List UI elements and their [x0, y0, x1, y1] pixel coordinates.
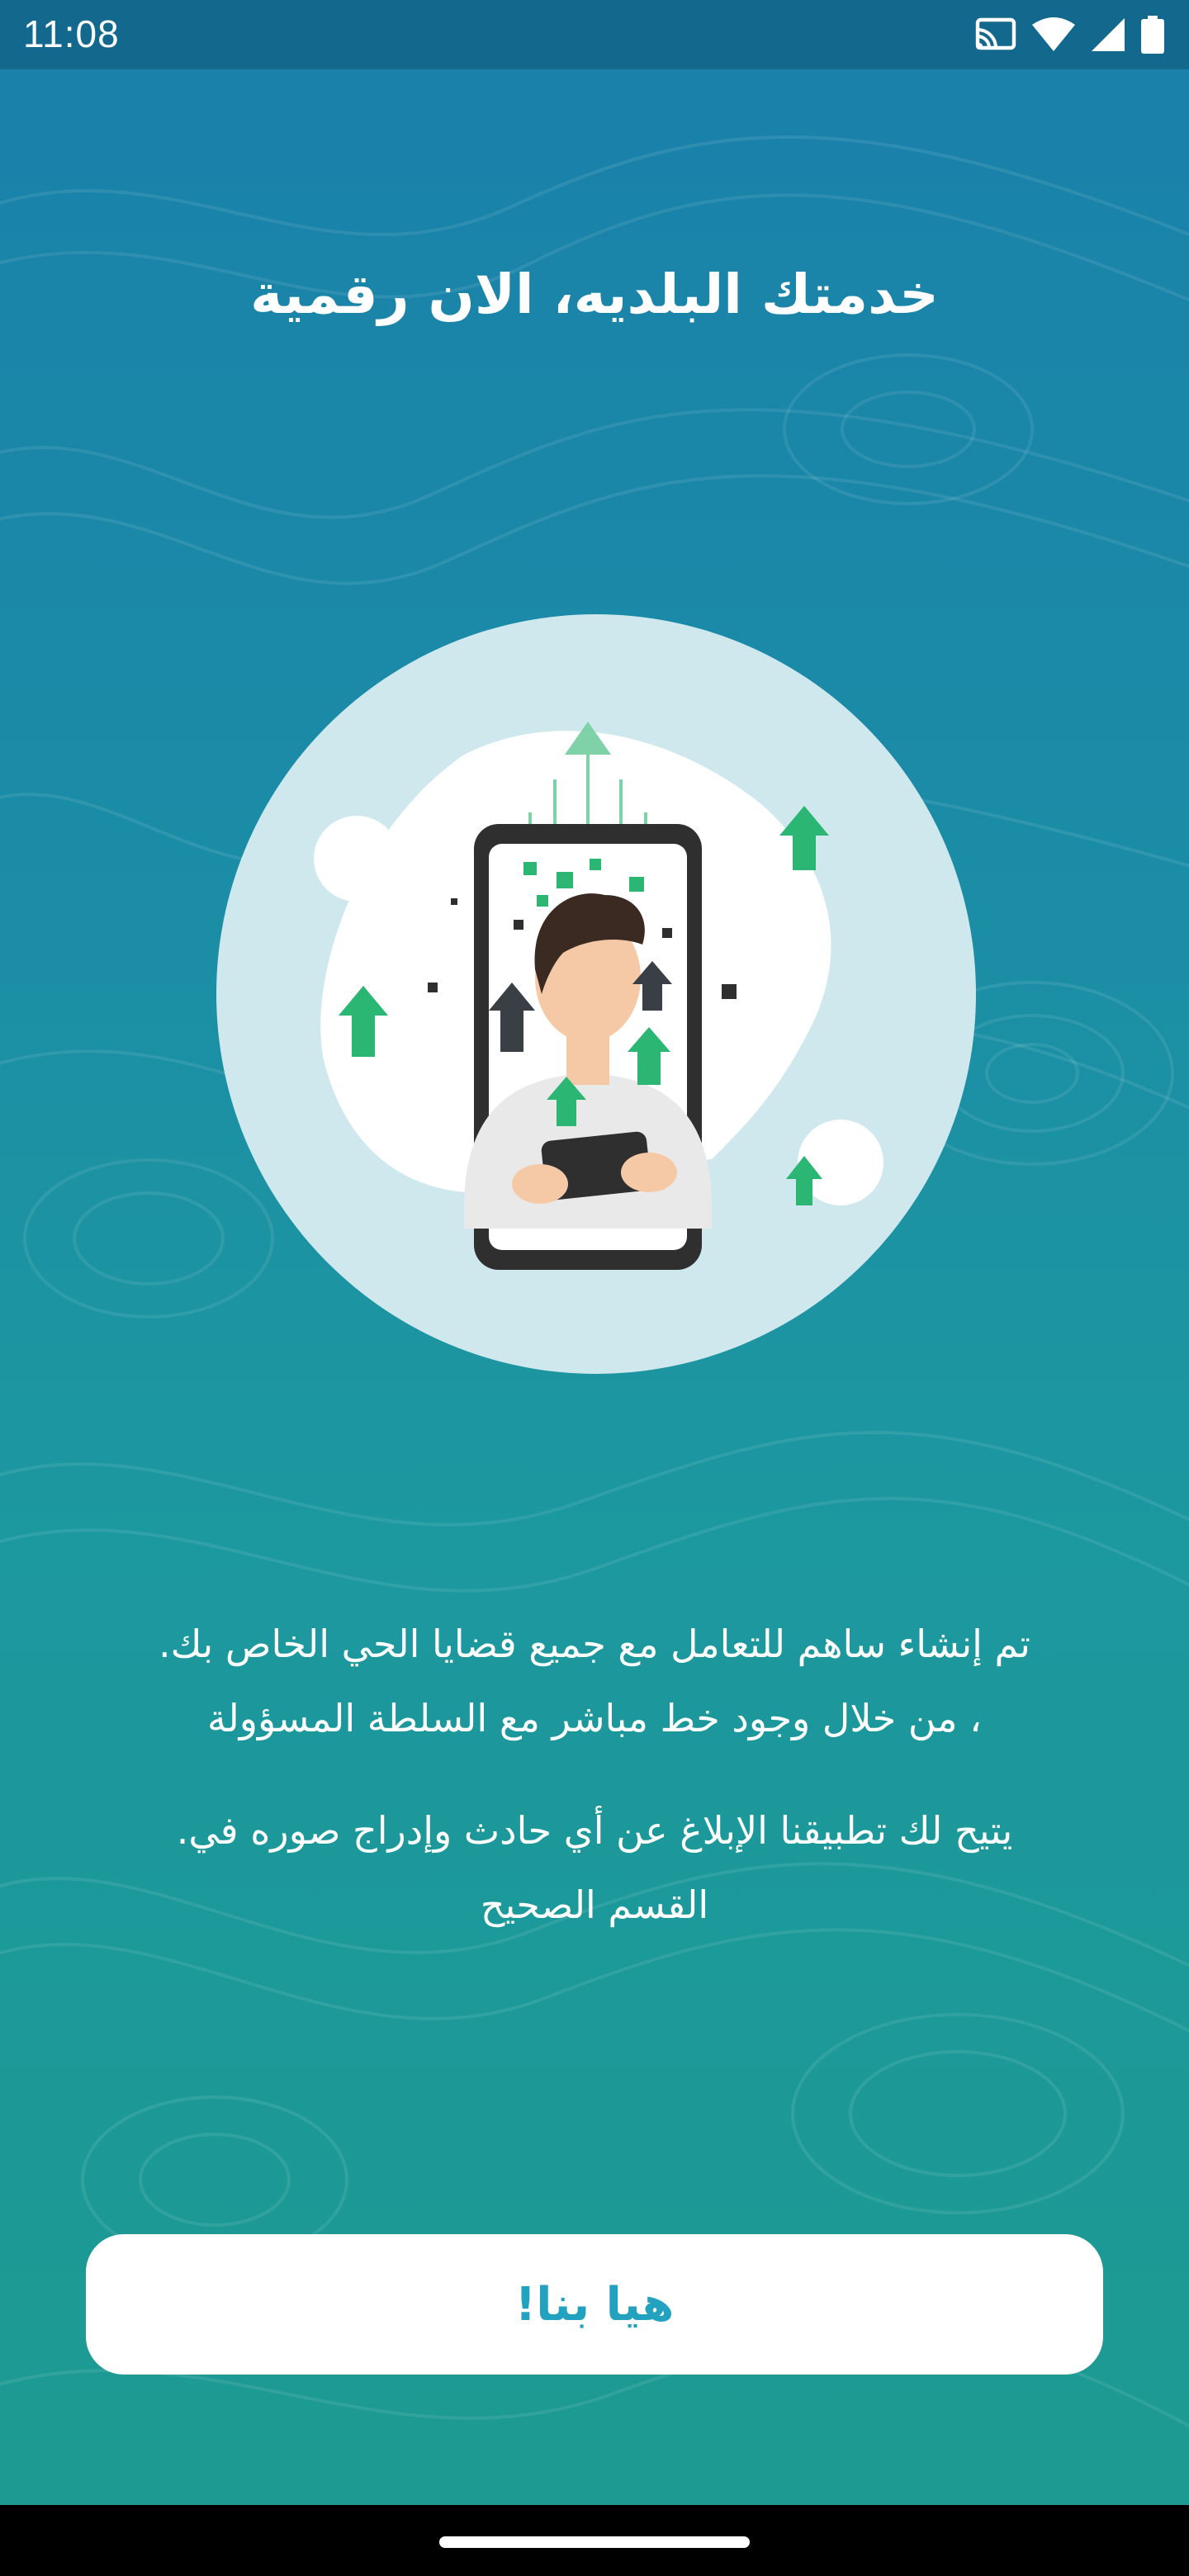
wifi-icon — [1032, 17, 1075, 51]
home-gesture-handle[interactable] — [439, 2536, 750, 2548]
battery-icon — [1141, 16, 1164, 54]
page-title: خدمتك البلديه، الان رقمية — [250, 263, 939, 326]
status-bar: 11:08 — [0, 0, 1189, 69]
lets-go-button[interactable]: هيا بنا! — [86, 2234, 1103, 2375]
digital-service-illustration — [216, 614, 976, 1374]
status-icons — [974, 13, 1164, 56]
cast-icon — [975, 17, 1016, 50]
signal-icon — [1092, 18, 1125, 51]
feature-line-2: القسم الصحيح — [480, 1882, 709, 1927]
feature-line-1: يتيح لك تطبيقنا الإبلاغ عن أي حادث وإدرا… — [176, 1808, 1013, 1853]
intro-paragraph: تم إنشاء ساهم للتعامل مع جميع قضايا الحي… — [66, 1607, 1123, 1755]
status-time: 11:08 — [23, 12, 120, 55]
intro-line-2: ، من خلال وجود خط مباشر مع السلطة المسؤو… — [207, 1696, 982, 1740]
intro-line-1: تم إنشاء ساهم للتعامل مع جميع قضايا الحي… — [159, 1622, 1030, 1666]
feature-paragraph: يتيح لك تطبيقنا الإبلاغ عن أي حادث وإدرا… — [66, 1793, 1123, 1942]
onboarding-screen: 11:08 خدمتك البلديه، الان رقمية تم إنشاء… — [0, 0, 1189, 2576]
